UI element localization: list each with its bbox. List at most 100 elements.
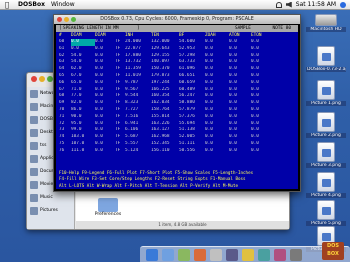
desktop-icon-label: Macintosh HD [306, 27, 346, 32]
table-row[interactable]: 72 95.0 0.0 TF 6.941 163.226 55.694 0.0 0.0 0.0 [56, 121, 298, 128]
table-row[interactable]: 60 0.0 0.0 TF 24.000 132.000 54.600 0.0 0.0 0.0 [56, 39, 298, 46]
table-row[interactable]: 75 107.0 0.0 TF 5.557 152.345 51.111 0.0 0.0 0.0 [56, 141, 298, 148]
table-cell: 72 [59, 120, 65, 126]
window-menu[interactable]: Window [51, 0, 75, 10]
folder-preferences[interactable]: Preferences [92, 198, 124, 217]
table-row[interactable]: 73 99.0 0.0 TF 6.106 163.127 51.138 0.0 0.0 0.0 [56, 127, 298, 134]
table-row[interactable]: 74 103.0 0.0 TF 5.687 162.968 52.005 0.0 0.0 0.0 [56, 134, 298, 141]
desktop-icon-picture-4[interactable]: Picture 4.png [306, 172, 346, 198]
desktop-icon-macintosh-hd[interactable]: Macintosh HD [306, 14, 346, 32]
image-file-icon [317, 142, 335, 162]
desktop-icon-label: DOSBox-0.73-2.app [306, 67, 346, 72]
table-cell: TF [115, 52, 121, 58]
dosbox-dock-icon[interactable]: DOS BOX [322, 242, 344, 260]
table-row[interactable]: 69 82.0 0.0 TF 8.323 162.034 58.880 0.0 0.0 0.0 [56, 100, 298, 107]
table-row[interactable]: 65 67.0 0.0 TF 11.019 179.873 66.651 0.0 0.0 0.0 [56, 73, 298, 80]
table-cell: TF [115, 134, 121, 140]
app-dock-icon[interactable] [178, 248, 190, 261]
table-cell: TF [115, 93, 121, 99]
sidebar-item-pictures[interactable]: Pictures [27, 204, 74, 217]
table-cell: TF [115, 120, 121, 126]
table-cell: 0.0 [251, 45, 259, 51]
table-row[interactable]: 71 90.0 0.0 TF 7.516 155.814 57.376 0.0 0.0 0.0 [56, 114, 298, 121]
table-cell: 0.0 [205, 66, 213, 72]
dos-screen[interactable]: [ SPEAKING LENGTH IN MM ] SAMPLE NOTE 80… [56, 25, 298, 189]
table-row[interactable]: 64 62.0 0.0 TF 11.359 150.370 61.096 0.0 0.0 0.0 [56, 66, 298, 73]
table-cell: 0.0 [205, 127, 213, 133]
table-cell: 60.659 [179, 79, 195, 85]
table-cell: 68 [59, 93, 65, 99]
sidebar-item-music[interactable]: Music [27, 191, 74, 204]
table-cell: 51.138 [179, 127, 195, 133]
app-dock-icon[interactable] [258, 248, 270, 261]
table-cell: 0.0 [71, 39, 95, 46]
table-cell: 5.124 [125, 147, 139, 153]
table-row[interactable]: 67 71.0 0.0 TF 9.567 166.225 60.409 0.0 0.0 0.0 [56, 87, 298, 94]
table-cell: 51.111 [179, 140, 195, 146]
table-cell: 0.0 [205, 147, 213, 153]
desktop-icon-picture-2[interactable]: Picture 2.png [306, 112, 346, 138]
app-dock-icon[interactable] [210, 248, 222, 261]
close-button[interactable] [31, 76, 37, 82]
wifi-icon[interactable] [275, 1, 282, 8]
table-row[interactable]: 68 77.0 0.0 TF 9.544 160.354 56.247 0.0 0.0 0.0 [56, 93, 298, 100]
table-cell: 17.880 [125, 52, 141, 58]
table-cell: TF [115, 113, 121, 119]
column-header: TEN [151, 33, 159, 38]
table-cell: 0.0 [95, 140, 103, 146]
minimize-button[interactable] [39, 76, 45, 82]
desktop-icon-picture-1[interactable]: Picture 1.png [306, 80, 346, 106]
clock[interactable]: Sat 11:58 AM [296, 0, 336, 10]
table-cell: 99.0 [71, 127, 82, 133]
table-cell: 0.0 [95, 52, 103, 58]
finder-dock-icon[interactable] [146, 248, 158, 261]
table-cell: 65.0 [71, 79, 82, 85]
table-cell: 0.0 [251, 52, 259, 58]
app-dock-icon[interactable] [162, 248, 174, 261]
app-dock-icon[interactable] [226, 248, 238, 261]
close-button[interactable] [57, 17, 62, 22]
app-dock-icon[interactable] [242, 248, 254, 261]
table-cell: 129.155 [151, 52, 170, 58]
table-row[interactable]: 66 65.0 0.0 TF 9.787 197.244 60.659 0.0 0.0 0.0 [56, 80, 298, 87]
desktop-icon-label: Picture 2.png [306, 133, 346, 138]
table-cell: 8.323 [125, 100, 139, 106]
dock [140, 246, 350, 262]
desktop-icon-picture-5[interactable]: Picture 5.png [306, 200, 346, 226]
volume-icon[interactable] [285, 1, 292, 8]
app-dock-icon[interactable] [194, 248, 206, 261]
column-header: INH [125, 33, 133, 38]
table-cell: 55.694 [179, 120, 195, 126]
sidebar-item-label: Music [40, 195, 53, 200]
apple-menu-icon[interactable]:  [2, 0, 12, 10]
table-row[interactable]: 62 54.0 0.0 TF 17.880 129.155 57.298 0.0 0.0 0.0 [56, 53, 298, 60]
app-dock-icon[interactable] [274, 248, 286, 261]
zoom-button[interactable] [71, 17, 76, 22]
table-cell: 0.0 [95, 127, 103, 133]
table-cell: 52.953 [179, 45, 195, 51]
table-row[interactable]: 70 86.0 0.0 TF 7.727 158.764 57.879 0.0 0.0 0.0 [56, 107, 298, 114]
disk-icon [30, 115, 38, 124]
menu-bar:  DOSBox Window Sat 11:58 AM [0, 0, 350, 10]
table-row[interactable]: 61 0.0 0.0 TF 22.877 129.643 52.953 0.0 0.0 0.0 [56, 46, 298, 53]
app-menu[interactable]: DOSBox [18, 0, 45, 10]
table-row[interactable]: 63 54.0 0.0 TF 13.732 140.097 63.733 0.0 0.0 0.0 [56, 59, 298, 66]
table-cell: 0.0 [95, 106, 103, 112]
table-cell: 9.787 [125, 79, 139, 85]
table-cell: 0.0 [229, 86, 237, 92]
table-cell: 67 [59, 86, 65, 92]
table-cell: TF [115, 79, 121, 85]
table-cell: 0.0 [251, 120, 259, 126]
dosbox-titlebar[interactable]: DOSBox 0.73, Cpu Cycles: 6000, Frameskip… [54, 15, 300, 24]
spotlight-icon[interactable] [340, 1, 346, 8]
table-cell: 140.097 [151, 59, 170, 65]
trash-dock-icon[interactable] [290, 248, 302, 261]
desktop-icon-picture-3[interactable]: Picture 3.png [306, 142, 346, 168]
desktop-icon-dosbox-app[interactable]: DOSBox-0.73-2.app [306, 46, 346, 72]
table-row[interactable]: 76 111.0 0.0 TF 5.124 156.110 50.556 0.0 0.0 0.0 [56, 148, 298, 155]
table-cell: 0.0 [205, 39, 213, 44]
minimize-button[interactable] [64, 17, 69, 22]
applications-icon [30, 154, 38, 163]
table-cell: 62.0 [71, 66, 82, 72]
table-cell: 155.814 [151, 113, 170, 119]
